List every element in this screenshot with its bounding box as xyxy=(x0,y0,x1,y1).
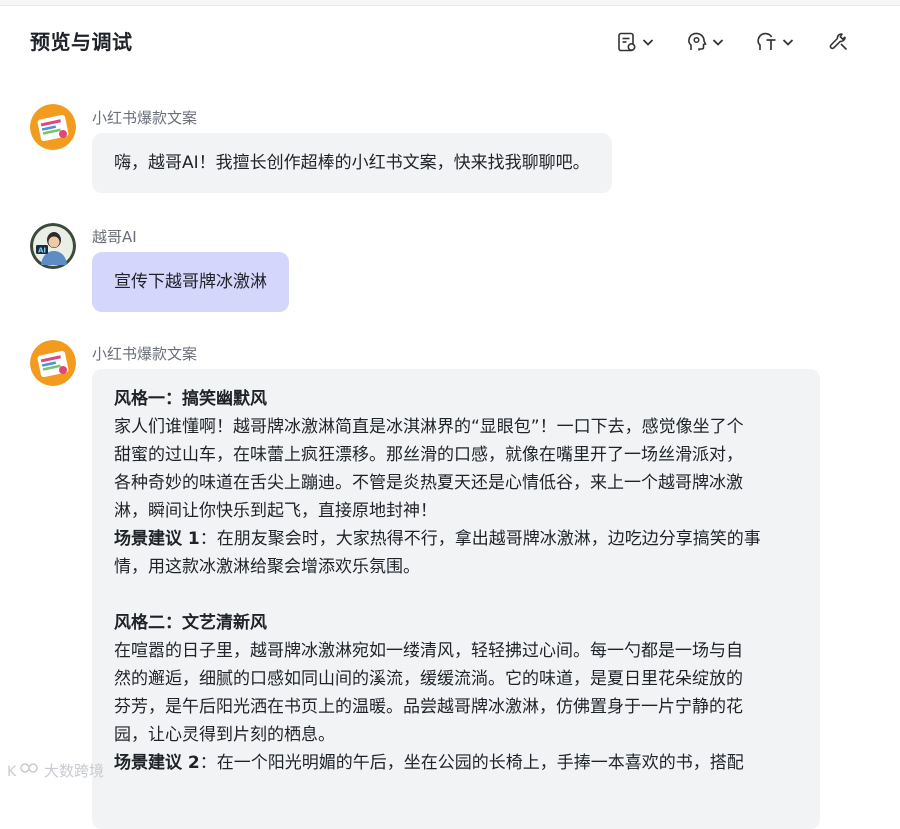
paragraph-line: 甜蜜的过山车，在味蕾上疯狂漂移。那丝滑的口感，就像在嘴里开了一场丝滑派对， xyxy=(114,445,743,465)
bot-avatar xyxy=(30,340,76,386)
header: 预览与调试 xyxy=(0,6,900,72)
paragraph-line: 情，用这款冰激淋给聚会增添欢乐氛围。 xyxy=(114,557,420,577)
chevron-down-icon xyxy=(712,39,724,46)
sender-name: 小红书爆款文案 xyxy=(92,345,198,363)
scene-label: 场景建议 2 xyxy=(114,753,200,773)
sender-name: 小红书爆款文案 xyxy=(92,109,198,127)
svg-text:AI: AI xyxy=(38,247,46,255)
scene-label: 场景建议 1 xyxy=(114,529,200,549)
style-heading: 风格二：文艺清新风 xyxy=(114,613,267,633)
persona-dropdown[interactable] xyxy=(686,28,725,56)
message-bubble: 宣传下越哥牌冰激淋 xyxy=(92,252,289,312)
chevron-down-icon xyxy=(782,39,794,46)
paragraph-line: 芬芳，是午后阳光洒在书页上的温暖。品尝越哥牌冰激淋，仿佛置身于一片宁静的花 xyxy=(114,697,743,717)
paragraph-line: 各种奇妙的味道在舌尖上蹦迪。不管是炎热夏天还是心情低谷，来上一个越哥牌冰激 xyxy=(114,473,743,493)
bot-avatar xyxy=(30,104,76,150)
sender-name: 越哥AI xyxy=(92,228,137,246)
paragraph-line: 在喧嚣的日子里，越哥牌冰激淋宛如一缕清风，轻轻拂过心间。每一勺都是一场与自 xyxy=(114,641,743,661)
chevron-down-icon xyxy=(642,39,654,46)
watermark: K 大数跨境 xyxy=(6,760,104,781)
page-title: 预览与调试 xyxy=(30,30,133,54)
paragraph-line: 然的邂逅，细腻的口感如同山间的溪流，缓缓流淌。它的味道，是夏日里花朵绽放的 xyxy=(114,669,743,689)
style-heading: 风格一：搞笑幽默风 xyxy=(114,389,267,409)
message-bubble: 嗨，越哥AI！我擅长创作超棒的小红书文案，快来找我聊聊吧。 xyxy=(92,133,612,193)
message-bubble: 风格一：搞笑幽默风 家人们谁懂啊！越哥牌冰激淋简直是冰淇淋界的“显眼包”！一口下… xyxy=(92,369,820,829)
wrench-icon xyxy=(829,33,848,51)
scene-text: ：在朋友聚会时，大家热得不行，拿出越哥牌冰激淋，边吃边分享搞笑的事 xyxy=(199,529,761,549)
user-avatar: AI xyxy=(30,223,76,269)
paragraph-line: 淋，瞬间让你快乐到起飞，直接原地封神！ xyxy=(114,501,437,521)
settings-button[interactable] xyxy=(828,28,850,56)
document-settings-dropdown[interactable] xyxy=(616,28,655,56)
svg-text:K: K xyxy=(7,764,17,780)
voice-dropdown[interactable] xyxy=(756,28,795,56)
document-settings-icon xyxy=(618,32,636,52)
watermark-logo-icon: K xyxy=(7,762,38,780)
watermark-text: 大数跨境 xyxy=(44,762,105,780)
paragraph-line: 园，让心灵得到片刻的栖息。 xyxy=(114,725,335,745)
voice-text-icon xyxy=(757,32,776,50)
head-brain-icon xyxy=(688,32,707,51)
paragraph-line: 家人们谁懂啊！越哥牌冰激淋简直是冰淇淋界的“显眼包”！一口下去，感觉像坐了个 xyxy=(114,417,744,437)
scene-text: ：在一个阳光明媚的午后，坐在公园的长椅上，手捧一本喜欢的书，搭配 xyxy=(199,753,744,773)
